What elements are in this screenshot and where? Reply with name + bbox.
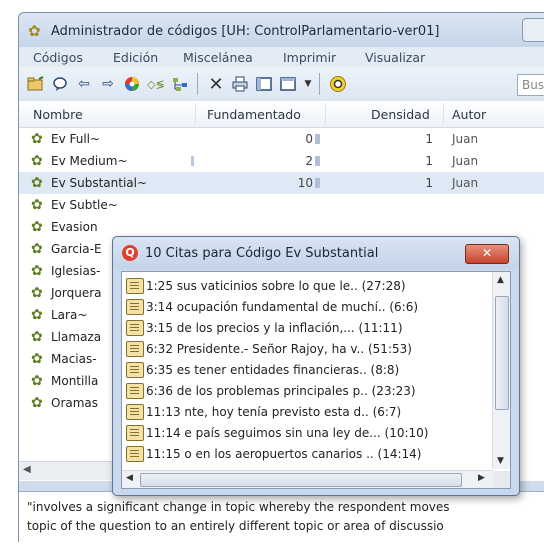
comment-line-2: topic of the question to an entirely dif… <box>27 519 444 533</box>
quotation-icon <box>126 383 144 399</box>
table-row[interactable]: ✿ Evasion <box>19 216 544 238</box>
code-icon: ✿ <box>31 131 43 147</box>
list-horizontal-scrollbar[interactable]: ◀ <box>19 461 119 480</box>
menu-bar: Códigos Edición Miscelánea Imprimir Visu… <box>19 47 544 67</box>
code-manager-icon: ✿ <box>28 22 41 40</box>
table-header: Nombre Fundamentado Densidad Autor <box>19 101 544 128</box>
new-code-icon[interactable] <box>27 75 45 93</box>
popup-horizontal-scrollbar[interactable]: ◀ ▶ <box>122 470 493 488</box>
scroll-left-icon[interactable]: ◀ <box>23 464 31 475</box>
scroll-right-icon[interactable]: ▶ <box>478 473 485 483</box>
forward-icon[interactable]: ⇨ <box>99 75 117 93</box>
comment-line-1: "involves a significant change in topic … <box>27 500 450 514</box>
code-icon: ✿ <box>31 263 43 279</box>
delete-icon[interactable]: ✕ <box>207 74 225 95</box>
col-nombre[interactable]: Nombre <box>33 107 83 122</box>
table-row[interactable]: ✿ Ev Medium~ 2 1 Juan <box>19 150 544 172</box>
comment-pane[interactable]: "involves a significant change in topic … <box>19 491 544 542</box>
search-icon[interactable] <box>329 75 347 93</box>
col-densidad[interactable]: Densidad <box>371 107 430 122</box>
menu-codigos[interactable]: Códigos <box>33 50 83 65</box>
quotation-icon <box>126 299 144 315</box>
table-row-selected[interactable]: ✿ Ev Substantial~ 10 1 Juan <box>19 172 544 194</box>
quotation-icon <box>126 341 144 357</box>
menu-edicion[interactable]: Edición <box>113 50 158 65</box>
code-icon: ✿ <box>31 175 43 191</box>
table-row[interactable]: ✿ Ev Full~ 0 1 Juan <box>19 128 544 150</box>
code-icon: ✿ <box>31 307 43 323</box>
table-row[interactable]: ✿ Ev Subtle~ <box>19 194 544 216</box>
split-icon[interactable]: ◇≶ <box>147 75 165 93</box>
scroll-down-icon[interactable]: ▼ <box>497 456 504 466</box>
search-input[interactable]: Busca <box>517 74 544 96</box>
code-icon: ✿ <box>31 219 43 235</box>
scroll-thumb[interactable] <box>140 473 462 487</box>
window-button[interactable] <box>522 18 544 42</box>
quotations-popup: Q 10 Citas para Código Ev Substantial ✕ … <box>112 236 520 496</box>
col-fundamentado[interactable]: Fundamentado <box>207 107 301 122</box>
quotation-icon <box>126 362 144 378</box>
back-icon[interactable]: ⇦ <box>75 75 93 93</box>
popup-vertical-scrollbar[interactable]: ▲ ▼ <box>492 272 510 469</box>
quotation-icon <box>126 446 144 462</box>
popup-title-bar: Q 10 Citas para Código Ev Substantial ✕ <box>113 237 519 269</box>
quotation-icon <box>126 320 144 336</box>
title-bar: ✿ Administrador de códigos [UH: ControlP… <box>19 13 544 47</box>
view-icon[interactable] <box>279 75 297 93</box>
scroll-up-icon[interactable]: ▲ <box>497 275 504 285</box>
color-wheel-icon[interactable] <box>123 75 141 93</box>
comment-icon[interactable] <box>51 75 69 93</box>
code-icon: ✿ <box>31 329 43 345</box>
code-icon: ✿ <box>31 351 43 367</box>
window-title: Administrador de códigos [UH: ControlPar… <box>51 24 440 39</box>
tree-icon[interactable] <box>171 75 189 93</box>
menu-visualizar[interactable]: Visualizar <box>365 50 425 65</box>
col-autor[interactable]: Autor <box>452 107 486 122</box>
code-icon: ✿ <box>31 241 43 257</box>
scroll-left-icon[interactable]: ◀ <box>126 473 133 483</box>
menu-imprimir[interactable]: Imprimir <box>283 50 336 65</box>
quotation-app-icon: Q <box>122 245 138 261</box>
quotation-icon <box>126 404 144 420</box>
scroll-thumb[interactable] <box>495 296 509 410</box>
code-icon: ✿ <box>31 373 43 389</box>
code-icon: ✿ <box>31 285 43 301</box>
quotation-icon <box>126 278 144 294</box>
quotation-icon <box>126 425 144 441</box>
toolbar: ⇦ ⇨ ◇≶ ✕ ▼ Busca <box>19 67 544 102</box>
popup-title: 10 Citas para Código Ev Substantial <box>145 246 379 261</box>
window-icon[interactable] <box>255 75 273 93</box>
code-icon: ✿ <box>31 153 43 169</box>
code-icon: ✿ <box>31 197 43 213</box>
quotation-list: 1:25 sus vaticinios sobre lo que le.. (2… <box>121 271 511 489</box>
close-button[interactable]: ✕ <box>465 244 509 264</box>
code-icon: ✿ <box>31 395 43 411</box>
print-icon[interactable] <box>231 75 249 93</box>
menu-miscelanea[interactable]: Miscelánea <box>183 50 253 65</box>
dropdown-icon[interactable]: ▼ <box>299 75 317 93</box>
